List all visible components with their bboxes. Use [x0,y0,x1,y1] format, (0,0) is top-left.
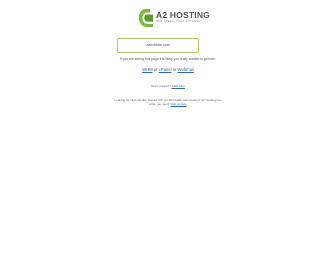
parking-page: A2 HOSTING OUR SPEED, YOUR SUCCESS aabvt… [0,0,336,280]
cpanel-link[interactable]: cPanel [159,67,172,72]
promo-line-2: what you need! Visit us here [0,102,336,106]
a2-hosting-logo[interactable]: A2 HOSTING OUR SPEED, YOUR SUCCESS [138,8,210,28]
promo-line-2-prefix: what you need! [149,102,170,107]
brand-hosting: HOSTING [169,10,210,20]
link-separator: or [172,67,177,72]
a2-logo-mark-icon [139,9,153,27]
whm-link[interactable]: WHM [142,67,152,72]
domain-name: aabvtdale.com [146,43,170,47]
control-panel-links: WHM or cPanel or Webmail [0,67,336,72]
visit-us-link[interactable]: Visit us here [170,102,186,106]
domain-name-box: aabvtdale.com [117,38,199,53]
webmail-link[interactable]: Webmail [178,67,194,72]
support-line: Need support? Click here [0,84,336,88]
link-separator: or [153,67,158,72]
support-prefix: Need support? [151,84,171,88]
promo-text: Looking for High Quality, feature rich y… [0,98,336,106]
support-link[interactable]: Click here [172,84,185,88]
brand-tagline: OUR SPEED, YOUR SUCCESS [156,20,201,23]
notice-text: If you are seeing this page it is likely… [119,57,217,61]
brand-name: A2 HOSTING [156,10,210,20]
main-content: If you are seeing this page it is likely… [0,56,336,106]
brand-a2: A2 [156,10,168,20]
